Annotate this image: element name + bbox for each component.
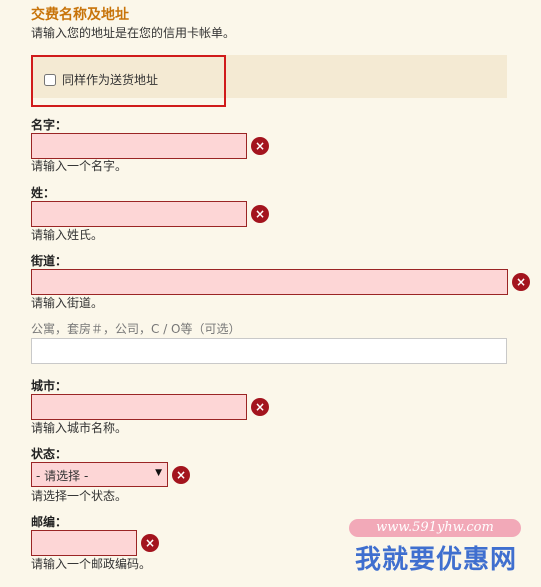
watermark-name: 我就要优惠网	[354, 545, 517, 575]
watermark: www.591yhw.com 我就要优惠网	[341, 519, 531, 579]
first-name-label: 名字：	[31, 118, 68, 132]
street-hint: 请输入街道。	[31, 296, 104, 310]
state-label: 状态：	[31, 447, 68, 461]
street-input[interactable]	[31, 269, 508, 295]
dropdown-arrow-icon: ▼	[155, 468, 162, 478]
last-name-hint: 请输入姓氏。	[31, 228, 104, 242]
same-as-shipping-checkbox[interactable]	[44, 73, 56, 86]
city-input[interactable]	[31, 394, 247, 420]
section-title: 交费名称及地址	[31, 7, 129, 23]
last-name-label: 姓：	[31, 186, 56, 200]
last-name-input[interactable]	[31, 201, 247, 227]
zip-hint: 请输入一个邮政编码。	[31, 557, 152, 571]
watermark-url: www.591yhw.com	[349, 519, 521, 537]
zip-input[interactable]	[31, 530, 137, 556]
street-label: 街道：	[31, 254, 68, 268]
error-x-icon: ×	[172, 466, 190, 484]
same-as-shipping-option[interactable]: 同样作为送货地址	[44, 71, 158, 88]
street2-label: 公寓，套房＃，公司，C / O等（可选）	[31, 322, 241, 336]
error-x-icon: ×	[251, 398, 269, 416]
same-as-shipping-label: 同样作为送货地址	[62, 73, 159, 87]
error-x-icon: ×	[141, 534, 159, 552]
error-x-icon: ×	[251, 205, 269, 223]
section-subtitle: 请输入您的地址是在您的信用卡帐单。	[31, 26, 236, 40]
street2-input[interactable]	[31, 338, 507, 364]
first-name-hint: 请输入一个名字。	[31, 159, 128, 173]
city-hint: 请输入城市名称。	[31, 421, 128, 435]
first-name-input[interactable]	[31, 133, 247, 159]
zip-label: 邮编：	[31, 515, 68, 529]
state-select[interactable]: - 请选择 - ▼	[31, 462, 168, 487]
state-hint: 请选择一个状态。	[31, 489, 128, 503]
error-x-icon: ×	[251, 137, 269, 155]
state-selected-value: - 请选择 -	[36, 469, 89, 483]
error-x-icon: ×	[512, 273, 530, 291]
city-label: 城市：	[31, 379, 68, 393]
